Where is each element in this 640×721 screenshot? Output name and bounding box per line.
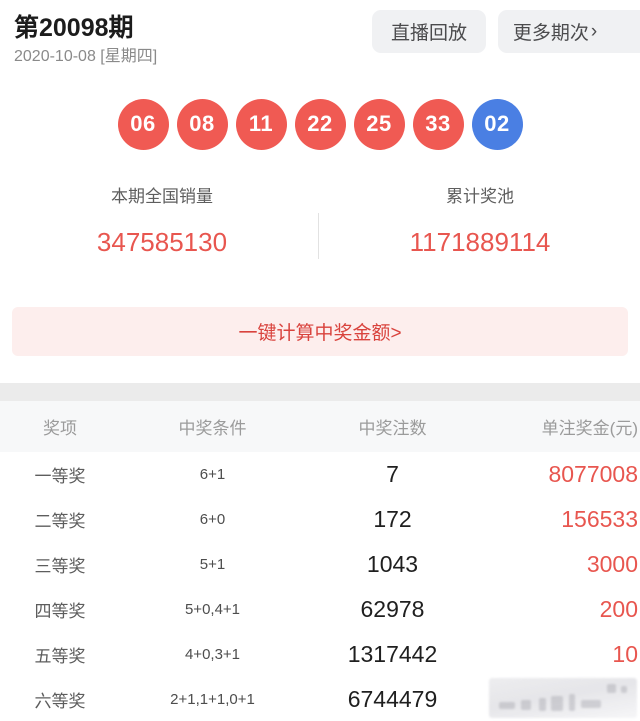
- page-title: 第20098期: [14, 14, 134, 42]
- winner-count: 1043: [366, 551, 419, 577]
- red-ball: 06: [117, 98, 169, 150]
- prize-amount: 3000: [586, 551, 638, 577]
- prize-level: 二等奖: [34, 512, 86, 531]
- table-header-row: 奖项 中奖条件 中奖注数 单注奖金(元): [0, 401, 640, 452]
- table-row: 一等奖 6+1 7 8077008: [0, 452, 640, 497]
- prize-pool-value: 1171889114: [409, 227, 551, 257]
- red-ball: 08: [176, 98, 228, 150]
- table-row: 六等奖 2+1,1+1,0+1 6744479: [0, 677, 640, 721]
- column-header-count: 中奖注数: [358, 419, 427, 438]
- red-ball: 11: [235, 98, 287, 150]
- calculate-winnings-banner[interactable]: 一键计算中奖金额>: [12, 307, 628, 356]
- prize-amount: 8077008: [548, 461, 638, 487]
- red-ball: 22: [294, 98, 346, 150]
- table-row: 三等奖 5+1 1043 3000: [0, 542, 640, 587]
- prize-level: 四等奖: [34, 602, 86, 621]
- winner-count: 172: [373, 506, 412, 532]
- national-sales-stat: 本期全国销量 347585130: [12, 185, 312, 257]
- live-replay-button[interactable]: 直播回放: [372, 10, 486, 53]
- prize-level: 五等奖: [34, 647, 86, 666]
- prize-table: 奖项 中奖条件 中奖注数 单注奖金(元) 一等奖 6+1 7 8077008 二…: [0, 401, 640, 721]
- prize-condition: 5+1: [199, 556, 226, 573]
- lottery-result-page: 第20098期 2020-10-08 [星期四] 直播回放 更多期次 › 06 …: [0, 0, 640, 721]
- prize-condition: 5+0,4+1: [184, 601, 241, 618]
- prize-amount: 10: [612, 641, 638, 667]
- section-separator: [0, 383, 640, 401]
- table-row: 二等奖 6+0 172 156533: [0, 497, 640, 542]
- prize-level: 六等奖: [34, 692, 86, 711]
- prize-level: 一等奖: [34, 467, 86, 486]
- prize-condition: 4+0,3+1: [184, 646, 241, 663]
- red-ball: 33: [412, 98, 464, 150]
- table-row: 五等奖 4+0,3+1 1317442 10: [0, 632, 640, 677]
- winning-numbers: 06 08 11 22 25 33 02: [0, 98, 640, 150]
- page-header: 第20098期 2020-10-08 [星期四] 直播回放 更多期次 ›: [0, 0, 640, 72]
- chevron-right-icon: ›: [590, 20, 598, 42]
- national-sales-label: 本期全国销量: [111, 187, 213, 206]
- draw-date: 2020-10-08 [星期四]: [14, 48, 158, 65]
- prize-level: 三等奖: [34, 557, 86, 576]
- more-issues-label: 更多期次: [512, 23, 589, 44]
- prize-amount: 156533: [561, 506, 638, 532]
- prize-amount: 200: [599, 596, 638, 622]
- winner-count: 7: [386, 461, 399, 487]
- prize-condition: 6+1: [199, 466, 226, 483]
- column-header-amount: 单注奖金(元): [541, 419, 638, 438]
- prize-pool-stat: 累计奖池 1171889114: [330, 185, 630, 257]
- prize-condition: 2+1,1+1,0+1: [170, 691, 255, 708]
- stats-divider: [318, 213, 319, 259]
- column-header-condition: 中奖条件: [178, 419, 247, 438]
- more-issues-button[interactable]: 更多期次 ›: [498, 10, 640, 53]
- column-header-prize: 奖项: [43, 419, 77, 438]
- stats-section: 本期全国销量 347585130 累计奖池 1171889114: [0, 185, 640, 270]
- winner-count: 6744479: [347, 686, 438, 712]
- table-row: 四等奖 5+0,4+1 62978 200: [0, 587, 640, 632]
- calculate-winnings-label: 一键计算中奖金额>: [238, 323, 402, 344]
- prize-condition: 6+0: [199, 511, 226, 528]
- national-sales-value: 347585130: [96, 227, 228, 257]
- winner-count: 62978: [360, 596, 425, 622]
- prize-pool-label: 累计奖池: [446, 187, 514, 206]
- winner-count: 1317442: [347, 641, 438, 667]
- red-ball: 25: [353, 98, 405, 150]
- blue-ball: 02: [471, 98, 523, 150]
